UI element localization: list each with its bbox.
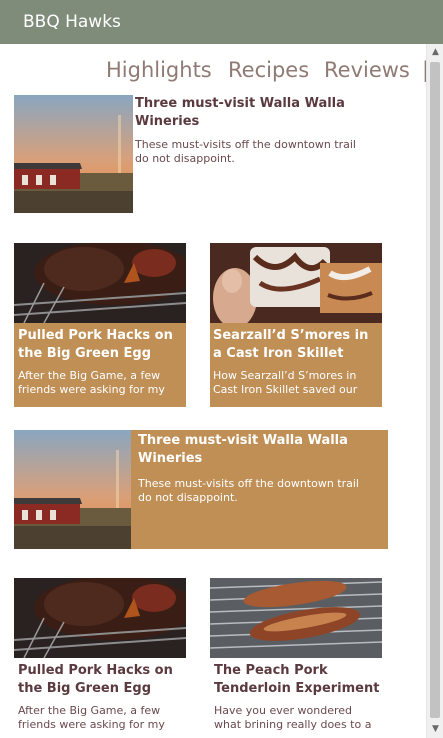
vertical-scrollbar[interactable]: ▲ ▼: [426, 44, 443, 738]
article-card-pulled-pork-2[interactable]: Pulled Pork Hacks on the Big Green Egg A…: [14, 578, 186, 738]
article-title: Searzall’d S’mores in a Cast Iron Skille…: [213, 328, 369, 361]
article-card-pulled-pork[interactable]: Pulled Pork Hacks on the Big Green Egg A…: [14, 243, 186, 407]
scroll-up-arrow-icon[interactable]: ▲: [427, 44, 443, 61]
app-title: BBQ Hawks: [23, 12, 121, 32]
article-card-pork-tenderloin[interactable]: The Peach Pork Tenderloin Experiment Hav…: [210, 578, 382, 738]
scroll-down-arrow-icon[interactable]: ▼: [427, 721, 443, 738]
main-content: Highlights Recipes Reviews | Three must-…: [0, 44, 426, 738]
winery-barn-image: [14, 95, 133, 213]
pulled-pork-image: [14, 243, 186, 323]
nav-tabs: Highlights Recipes Reviews |: [0, 58, 426, 92]
pork-tenderloin-image: [210, 578, 382, 658]
article-card-wineries[interactable]: Three must-visit Walla Walla Wineries Th…: [14, 95, 374, 215]
article-desc: These must-visits off the downtown trail…: [138, 477, 359, 504]
tab-recipes[interactable]: Recipes: [228, 58, 309, 82]
article-title: The Peach Pork Tenderloin Experiment: [214, 663, 380, 696]
article-card-smores[interactable]: Searzall’d S’mores in a Cast Iron Skille…: [210, 243, 382, 407]
article-desc: These must-visits off the downtown trail…: [135, 138, 356, 165]
pulled-pork-image: [14, 578, 186, 658]
article-title: Pulled Pork Hacks on the Big Green Egg: [18, 328, 173, 361]
tab-reviews[interactable]: Reviews: [324, 58, 410, 82]
winery-barn-image: [14, 430, 131, 549]
tab-highlights[interactable]: Highlights: [106, 58, 212, 82]
article-desc: How Searzall’d S’mores in Cast Iron Skil…: [213, 369, 358, 396]
article-card-wineries-featured[interactable]: Three must-visit Walla Walla Wineries Th…: [14, 430, 388, 549]
article-desc: After the Big Game, a few friends were a…: [18, 704, 165, 731]
article-title: Three must-visit Walla Walla Wineries: [135, 96, 345, 129]
article-title: Pulled Pork Hacks on the Big Green Egg: [18, 663, 173, 696]
article-desc: Have you ever wondered what brining real…: [214, 704, 372, 731]
scrollbar-thumb[interactable]: [430, 62, 440, 718]
title-bar: BBQ Hawks: [0, 0, 443, 44]
article-desc: After the Big Game, a few friends were a…: [18, 369, 165, 396]
article-title: Three must-visit Walla Walla Wineries: [138, 433, 348, 466]
smores-image: [210, 243, 382, 323]
